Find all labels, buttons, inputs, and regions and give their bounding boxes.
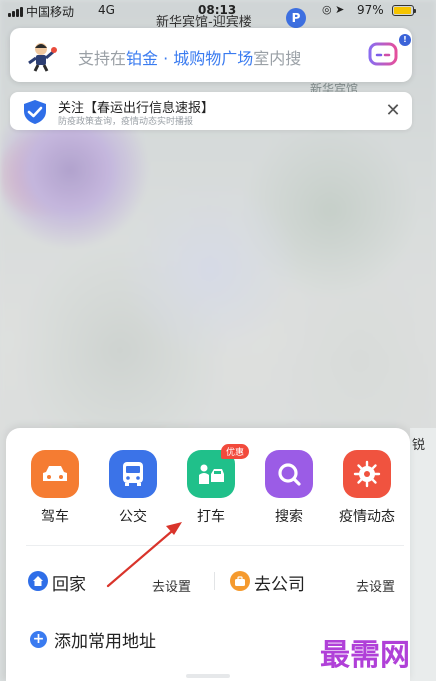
mascot-avatar-icon[interactable]: [24, 39, 58, 73]
map-edge: [410, 428, 436, 681]
watermark-text: 最需网: [320, 638, 410, 673]
notice-banner[interactable]: 关注【春运出行信息速报】 防疫政策查询，疫情动态实时播报 ✕: [10, 92, 412, 130]
shield-check-icon: [24, 100, 46, 124]
divider: [26, 545, 404, 546]
quick-action-label: 驾车: [41, 509, 69, 525]
parking-icon[interactable]: P: [286, 8, 306, 28]
search-placeholder[interactable]: 支持在铂金 · 城购物广场室内搜: [78, 45, 301, 69]
bus-icon: [109, 450, 157, 498]
quick-action-label: 疫情动态: [339, 509, 395, 525]
quick-action-taxi[interactable]: 优惠 打车: [178, 444, 250, 526]
search-icon: [265, 450, 313, 498]
drag-handle[interactable]: [186, 674, 230, 678]
close-icon[interactable]: ✕: [382, 100, 404, 122]
location-arrow-icon: ◎ ➤: [322, 3, 345, 16]
divider: [214, 572, 215, 590]
battery-icon: [392, 5, 416, 16]
search-bar[interactable]: 支持在铂金 · 城购物广场室内搜 !: [10, 28, 412, 82]
search-highlight: 铂金 · 城购物广场: [126, 49, 254, 68]
virus-icon: [343, 450, 391, 498]
work-set-link[interactable]: 去设置: [356, 576, 395, 595]
promo-badge: 优惠: [221, 444, 250, 459]
annotation-arrow-icon: [106, 522, 182, 588]
clock: 08:13: [198, 3, 237, 17]
briefcase-icon: [230, 571, 250, 591]
status-bar: 中国移动 4G 新华宾馆-迎宾楼 08:13 P ◎ ➤ 97%: [0, 0, 436, 30]
work-label: 去公司: [254, 575, 305, 595]
work-address-row[interactable]: 去公司 去设置: [230, 568, 400, 595]
quick-action-search[interactable]: 搜索: [256, 450, 322, 526]
voice-assistant-icon[interactable]: [368, 41, 398, 67]
taxi-icon: 优惠: [187, 444, 250, 498]
quick-action-epidemic[interactable]: 疫情动态: [334, 450, 400, 526]
plus-icon: +: [30, 631, 47, 648]
voice-badge: !: [399, 34, 411, 46]
quick-action-label: 搜索: [275, 509, 303, 525]
add-address-label: 添加常用地址: [54, 632, 156, 652]
notice-subtitle: 防疫政策查询，疫情动态实时播报: [58, 117, 194, 127]
carrier-name: 中国移动: [26, 5, 75, 19]
car-icon: [31, 450, 79, 498]
home-label: 回家: [52, 575, 86, 595]
network-type: 4G: [98, 3, 115, 17]
battery-percent: 97%: [357, 3, 384, 17]
quick-action-bus[interactable]: 公交: [100, 450, 166, 526]
home-icon: [28, 571, 48, 591]
map-label-edge: 锐: [412, 438, 426, 453]
signal-icon: [8, 7, 23, 17]
quick-action-drive[interactable]: 驾车: [22, 450, 88, 526]
